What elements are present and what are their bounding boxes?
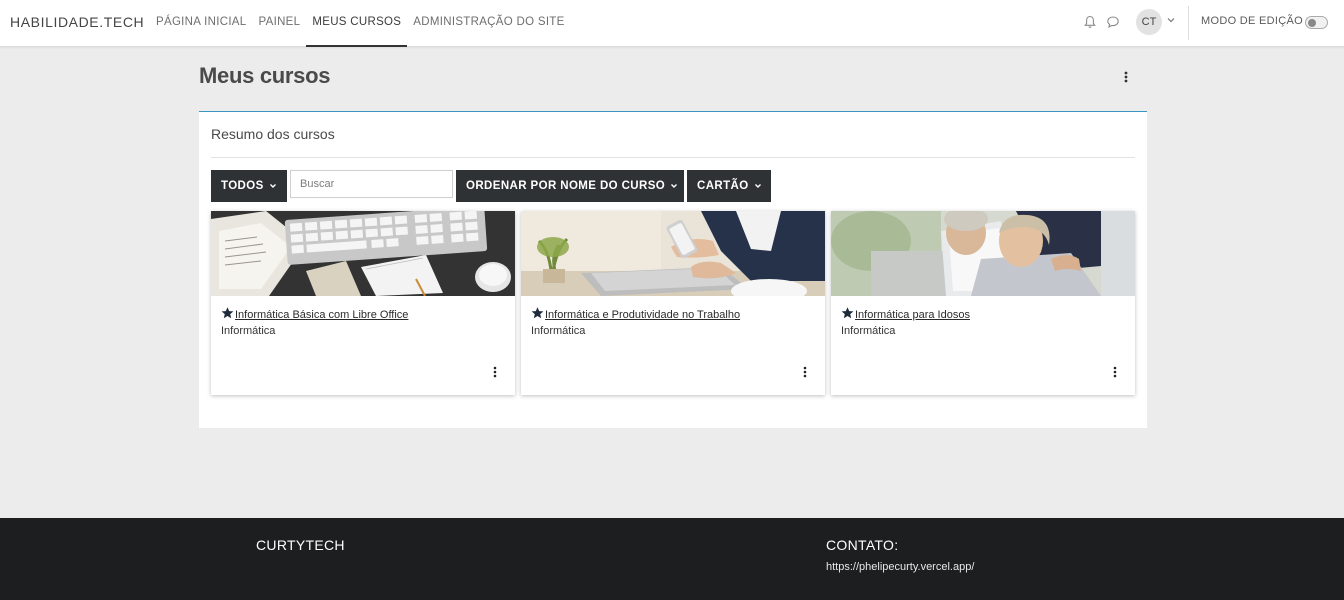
site-footer: CURTYTECH CONTATO: https://phelipecurty.… (0, 518, 1344, 600)
course-overview-title: Resumo dos cursos (211, 126, 335, 142)
edit-mode-toggle[interactable] (1305, 16, 1328, 29)
course-actions-kebab-icon[interactable] (1112, 365, 1118, 379)
chevron-down-icon (269, 183, 276, 188)
nav-dashboard[interactable]: PAINEL (252, 0, 306, 47)
page-actions-kebab-icon[interactable] (1120, 70, 1132, 84)
grouping-filter-label: TODOS (221, 180, 264, 192)
chevron-down-icon (754, 183, 761, 188)
sort-dropdown[interactable]: ORDENAR POR NOME DO CURSO (456, 170, 684, 202)
page-title: Meus cursos (199, 63, 331, 88)
course-name-link[interactable]: Informática e Produtividade no Trabalho (531, 307, 740, 321)
course-name-text: Informática para Idosos (855, 309, 970, 321)
course-image-keyboard-desk[interactable] (211, 211, 515, 296)
course-image-elderly-couple[interactable] (831, 211, 1135, 296)
course-actions-kebab-icon[interactable] (492, 365, 498, 379)
course-image-laptop-phone[interactable] (521, 211, 825, 296)
view-mode-dropdown[interactable]: CARTÃO (687, 170, 771, 202)
course-category: Informática (841, 325, 896, 337)
site-brand[interactable]: HABILIDADE.TECH (10, 14, 144, 30)
nav-site-admin[interactable]: ADMINISTRAÇÃO DO SITE (407, 0, 570, 47)
chat-icon[interactable] (1106, 15, 1120, 29)
course-name-link[interactable]: Informática Básica com Libre Office (221, 307, 408, 321)
primary-nav: PÁGINA INICIAL PAINEL MEUS CURSOS ADMINI… (150, 0, 571, 47)
divider (211, 157, 1135, 158)
footer-contact-title: CONTATO: (826, 537, 899, 553)
star-icon[interactable] (841, 307, 854, 319)
course-category: Informática (221, 325, 276, 337)
nav-divider (1188, 6, 1189, 40)
course-name-text: Informática Básica com Libre Office (235, 309, 409, 321)
course-card[interactable]: Informática para Idosos Informática (831, 211, 1135, 395)
nav-my-courses[interactable]: MEUS CURSOS (306, 0, 408, 47)
course-name-text: Informática e Produtividade no Trabalho (545, 309, 741, 321)
course-card[interactable]: Informática Básica com Libre Office Info… (211, 211, 515, 395)
top-navbar: HABILIDADE.TECH PÁGINA INICIAL PAINEL ME… (0, 0, 1344, 47)
course-search-input[interactable] (290, 170, 453, 198)
sort-label: ORDENAR POR NOME DO CURSO (466, 180, 666, 192)
edit-mode-label: MODO DE EDIÇÃO (1201, 15, 1303, 27)
view-mode-label: CARTÃO (697, 180, 749, 192)
avatar[interactable]: CT (1136, 9, 1162, 35)
grouping-filter-dropdown[interactable]: TODOS (211, 170, 287, 202)
course-actions-kebab-icon[interactable] (802, 365, 808, 379)
star-icon[interactable] (221, 307, 234, 319)
course-name-link[interactable]: Informática para Idosos (841, 307, 970, 321)
star-icon[interactable] (531, 307, 544, 319)
footer-contact-link[interactable]: https://phelipecurty.vercel.app/ (826, 561, 974, 573)
course-card[interactable]: Informática e Produtividade no Trabalho … (521, 211, 825, 395)
footer-brand: CURTYTECH (256, 537, 345, 553)
course-category: Informática (531, 325, 586, 337)
toggle-knob (1308, 19, 1316, 27)
chevron-down-icon (671, 183, 678, 188)
course-overview-block: Resumo dos cursos TODOS ORDENAR POR NOME… (199, 111, 1147, 428)
chevron-down-icon[interactable] (1167, 16, 1175, 24)
bell-icon[interactable] (1083, 15, 1097, 29)
nav-home[interactable]: PÁGINA INICIAL (150, 0, 252, 47)
